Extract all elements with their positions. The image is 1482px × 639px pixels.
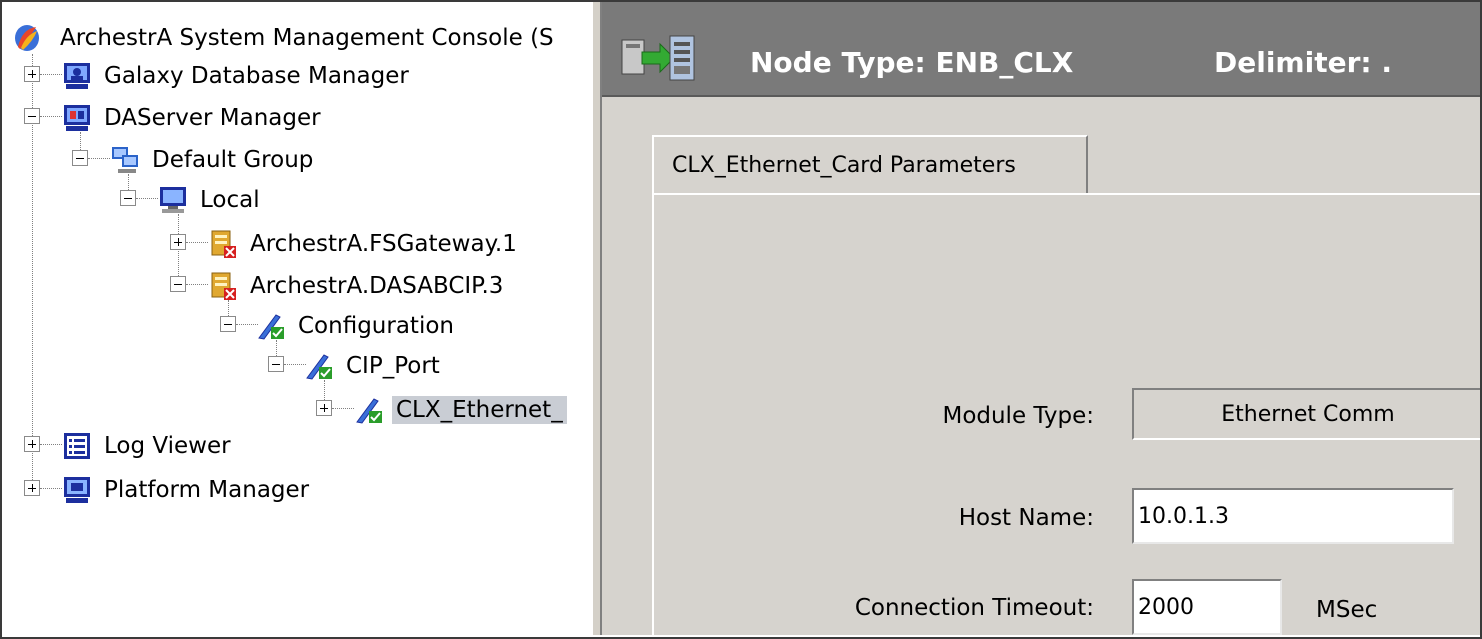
tree-item-fsgateway[interactable]: ArchestrA.FSGateway.1	[208, 224, 521, 264]
server-error-icon	[208, 271, 238, 301]
expand-toggle[interactable]	[24, 480, 40, 496]
database-manager-icon	[62, 61, 92, 91]
tree-item-log-viewer[interactable]: Log Viewer	[62, 426, 235, 466]
tree-label: Galaxy Database Manager	[104, 63, 409, 89]
tab-strip: CLX_Ethernet_Card Parameters	[652, 135, 1480, 195]
connection-timeout-input[interactable]: 2000	[1132, 579, 1282, 635]
pane-splitter[interactable]	[592, 2, 602, 635]
tree-item-galaxy-database-manager[interactable]: Galaxy Database Manager	[62, 56, 413, 96]
connection-timeout-label: Connection Timeout:	[854, 595, 1094, 621]
tree-line	[40, 116, 62, 117]
tree-line	[236, 324, 258, 325]
tree-item-local[interactable]: Local	[158, 180, 264, 220]
expand-toggle[interactable]	[316, 400, 332, 416]
tree-label: Local	[200, 187, 260, 213]
timeout-unit-label: MSec	[1316, 597, 1378, 623]
tree-label: CIP_Port	[346, 353, 440, 379]
tree-item-cip-port[interactable]: CIP_Port	[304, 346, 444, 386]
tree-item-platform-manager[interactable]: Platform Manager	[62, 470, 313, 510]
tree-item-daserver-manager[interactable]: DAServer Manager	[62, 98, 325, 138]
tree-item-dasabcip[interactable]: ArchestrA.DASABCIP.3	[208, 266, 507, 306]
collapse-toggle[interactable]	[170, 276, 186, 292]
tree-line	[136, 198, 158, 199]
parameters-panel: Module Type: Ethernet Comm Host Name: 10…	[652, 193, 1480, 635]
tree-item-default-group[interactable]: Default Group	[110, 140, 317, 180]
node-type-title: Node Type: ENB_CLX	[750, 46, 1074, 79]
host-name-label: Host Name:	[958, 505, 1094, 531]
tree-label: Configuration	[298, 313, 454, 339]
module-type-field: Ethernet Comm	[1132, 388, 1480, 440]
collapse-toggle[interactable]	[220, 316, 236, 332]
tree-line	[88, 158, 110, 159]
server-error-icon	[208, 229, 238, 259]
collapse-toggle[interactable]	[120, 190, 136, 206]
console-tree[interactable]: ArchestrA System Management Console (S G…	[2, 2, 592, 635]
tree-line	[332, 408, 354, 409]
collapse-toggle[interactable]	[72, 150, 88, 166]
config-check-icon	[256, 311, 286, 341]
archestra-console-icon	[12, 23, 42, 53]
host-name-input[interactable]: 10.0.1.3	[1132, 488, 1454, 544]
tree-label: Default Group	[152, 147, 314, 173]
tree-root[interactable]: ArchestrA System Management Console (S	[12, 18, 558, 58]
tab-clx-ethernet-card-parameters[interactable]: CLX_Ethernet_Card Parameters	[652, 135, 1088, 193]
platform-manager-icon	[62, 475, 92, 505]
computer-icon	[158, 185, 188, 215]
node-type-icon	[620, 32, 698, 84]
expand-toggle[interactable]	[24, 66, 40, 82]
tree-label: ArchestrA System Management Console (S	[60, 25, 554, 51]
tree-line	[284, 364, 306, 365]
delimiter-title: Delimiter: .	[1214, 46, 1392, 79]
node-header: Node Type: ENB_CLX Delimiter: .	[602, 2, 1480, 97]
log-viewer-icon	[62, 431, 92, 461]
tree-line	[40, 488, 62, 489]
tree-line	[40, 74, 62, 75]
tree-label: DAServer Manager	[104, 105, 321, 131]
expand-toggle[interactable]	[170, 234, 186, 250]
expand-toggle[interactable]	[24, 436, 40, 452]
tree-label: Log Viewer	[104, 433, 231, 459]
module-type-label: Module Type:	[942, 403, 1094, 429]
tree-label: ArchestrA.FSGateway.1	[250, 231, 517, 257]
collapse-toggle[interactable]	[24, 108, 40, 124]
group-icon	[110, 145, 140, 175]
collapse-toggle[interactable]	[268, 356, 284, 372]
tree-label-selected: CLX_Ethernet_	[392, 396, 567, 424]
tree-item-clx-ethernet[interactable]: CLX_Ethernet_	[354, 390, 567, 430]
tree-line	[40, 444, 62, 445]
tree-item-configuration[interactable]: Configuration	[256, 306, 458, 346]
config-check-icon	[354, 395, 384, 425]
tree-label: Platform Manager	[104, 477, 310, 503]
tree-label: ArchestrA.DASABCIP.3	[250, 273, 504, 299]
config-check-icon	[304, 351, 334, 381]
tree-line	[186, 284, 208, 285]
tree-line	[186, 242, 208, 243]
daserver-manager-icon	[62, 103, 92, 133]
details-pane: Node Type: ENB_CLX Delimiter: . CLX_Ethe…	[602, 2, 1480, 635]
